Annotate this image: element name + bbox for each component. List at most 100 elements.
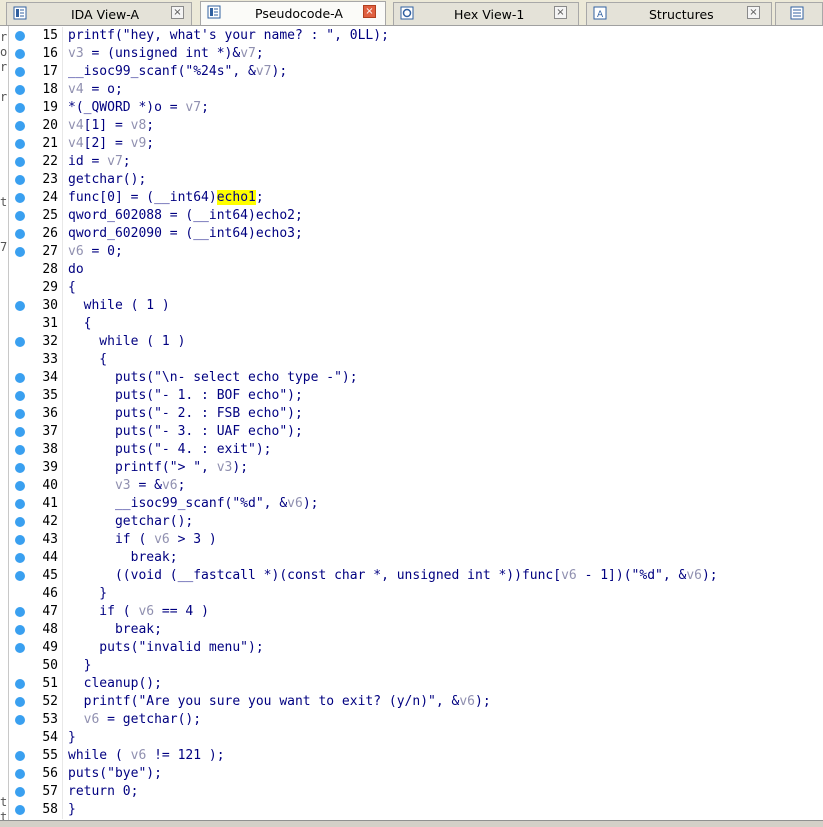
code-line[interactable]: 33 { bbox=[9, 351, 823, 369]
code-text[interactable]: return 0; bbox=[68, 783, 138, 801]
breakpoint-dot-icon[interactable] bbox=[15, 517, 25, 527]
code-text[interactable]: puts("- 1. : BOF echo"); bbox=[68, 387, 303, 405]
code-line[interactable]: 56 puts("bye"); bbox=[9, 765, 823, 783]
code-line[interactable]: 47 if ( v6 == 4 ) bbox=[9, 603, 823, 621]
breakpoint-dot-icon[interactable] bbox=[15, 553, 25, 563]
code-line[interactable]: 38 puts("- 4. : exit"); bbox=[9, 441, 823, 459]
breakpoint-dot-icon[interactable] bbox=[15, 427, 25, 437]
breakpoint-dot-icon[interactable] bbox=[15, 571, 25, 581]
code-text[interactable]: { bbox=[68, 279, 76, 297]
code-text[interactable]: if ( v6 > 3 ) bbox=[68, 531, 217, 549]
code-line[interactable]: 40 v3 = &v6; bbox=[9, 477, 823, 495]
code-text[interactable]: puts("- 3. : UAF echo"); bbox=[68, 423, 303, 441]
bottom-scrollbar[interactable] bbox=[0, 820, 823, 827]
code-line[interactable]: 58} bbox=[9, 801, 823, 819]
code-text[interactable]: puts("- 4. : exit"); bbox=[68, 441, 272, 459]
code-text[interactable]: { bbox=[68, 351, 107, 369]
code-text[interactable]: puts("\n- select echo type -"); bbox=[68, 369, 358, 387]
code-text[interactable]: while ( v6 != 121 ); bbox=[68, 747, 225, 765]
code-line[interactable]: 30 while ( 1 ) bbox=[9, 297, 823, 315]
code-line[interactable]: 18 v4 = o; bbox=[9, 81, 823, 99]
code-text[interactable]: puts("invalid menu"); bbox=[68, 639, 263, 657]
breakpoint-dot-icon[interactable] bbox=[15, 211, 25, 221]
tab-more[interactable] bbox=[775, 2, 823, 25]
breakpoint-dot-icon[interactable] bbox=[15, 697, 25, 707]
code-text[interactable]: qword_602090 = (__int64)echo3; bbox=[68, 225, 303, 243]
code-line[interactable]: 52 printf("Are you sure you want to exit… bbox=[9, 693, 823, 711]
code-line[interactable]: 54} bbox=[9, 729, 823, 747]
code-text[interactable]: v3 = &v6; bbox=[68, 477, 185, 495]
breakpoint-dot-icon[interactable] bbox=[15, 769, 25, 779]
code-line[interactable]: 45 ((void (__fastcall *)(const char *, u… bbox=[9, 567, 823, 585]
code-text[interactable]: while ( 1 ) bbox=[68, 297, 170, 315]
breakpoint-dot-icon[interactable] bbox=[15, 67, 25, 77]
code-text[interactable]: v4[1] = v8; bbox=[68, 117, 154, 135]
code-text[interactable]: func[0] = (__int64)echo1; bbox=[68, 189, 264, 207]
code-text[interactable]: cleanup(); bbox=[68, 675, 162, 693]
code-text[interactable]: if ( v6 == 4 ) bbox=[68, 603, 209, 621]
highlighted-token[interactable]: echo1 bbox=[216, 190, 256, 205]
breakpoint-dot-icon[interactable] bbox=[15, 139, 25, 149]
code-text[interactable]: *(_QWORD *)o = v7; bbox=[68, 99, 209, 117]
code-line[interactable]: 46 } bbox=[9, 585, 823, 603]
code-line[interactable]: 37 puts("- 3. : UAF echo"); bbox=[9, 423, 823, 441]
code-text[interactable]: v6 = 0; bbox=[68, 243, 123, 261]
code-text[interactable]: puts("- 2. : FSB echo"); bbox=[68, 405, 303, 423]
close-icon[interactable]: × bbox=[554, 6, 567, 19]
code-text[interactable]: v4 = o; bbox=[68, 81, 123, 99]
code-text[interactable]: qword_602088 = (__int64)echo2; bbox=[68, 207, 303, 225]
code-text[interactable]: id = v7; bbox=[68, 153, 131, 171]
code-line[interactable]: 50 } bbox=[9, 657, 823, 675]
breakpoint-dot-icon[interactable] bbox=[15, 715, 25, 725]
breakpoint-dot-icon[interactable] bbox=[15, 247, 25, 257]
code-text[interactable]: { bbox=[68, 315, 92, 333]
pseudocode-view[interactable]: 15 printf("hey, what's your name? : ", 0L… bbox=[9, 26, 823, 820]
breakpoint-dot-icon[interactable] bbox=[15, 31, 25, 41]
code-text[interactable]: ((void (__fastcall *)(const char *, unsi… bbox=[68, 567, 718, 585]
breakpoint-dot-icon[interactable] bbox=[15, 535, 25, 545]
code-line[interactable]: 51 cleanup(); bbox=[9, 675, 823, 693]
breakpoint-dot-icon[interactable] bbox=[15, 607, 25, 617]
breakpoint-dot-icon[interactable] bbox=[15, 643, 25, 653]
code-text[interactable]: } bbox=[68, 657, 92, 675]
code-line[interactable]: 21 v4[2] = v9; bbox=[9, 135, 823, 153]
breakpoint-dot-icon[interactable] bbox=[15, 751, 25, 761]
code-line[interactable]: 53 v6 = getchar(); bbox=[9, 711, 823, 729]
breakpoint-dot-icon[interactable] bbox=[15, 373, 25, 383]
code-line[interactable]: 31 { bbox=[9, 315, 823, 333]
code-line[interactable]: 27 v6 = 0; bbox=[9, 243, 823, 261]
code-line[interactable]: 44 break; bbox=[9, 549, 823, 567]
code-text[interactable]: printf("> ", v3); bbox=[68, 459, 248, 477]
breakpoint-dot-icon[interactable] bbox=[15, 49, 25, 59]
tab-structures[interactable]: A Structures × bbox=[586, 2, 772, 25]
breakpoint-dot-icon[interactable] bbox=[15, 481, 25, 491]
code-line[interactable]: 41 __isoc99_scanf("%d", &v6); bbox=[9, 495, 823, 513]
breakpoint-dot-icon[interactable] bbox=[15, 445, 25, 455]
code-line[interactable]: 42 getchar(); bbox=[9, 513, 823, 531]
code-text[interactable]: } bbox=[68, 585, 107, 603]
breakpoint-dot-icon[interactable] bbox=[15, 391, 25, 401]
code-line[interactable]: 26 qword_602090 = (__int64)echo3; bbox=[9, 225, 823, 243]
code-text[interactable]: getchar(); bbox=[68, 513, 193, 531]
breakpoint-dot-icon[interactable] bbox=[15, 157, 25, 167]
breakpoint-dot-icon[interactable] bbox=[15, 193, 25, 203]
code-text[interactable]: getchar(); bbox=[68, 171, 146, 189]
code-line[interactable]: 49 puts("invalid menu"); bbox=[9, 639, 823, 657]
close-icon[interactable]: × bbox=[171, 6, 184, 19]
close-icon[interactable]: × bbox=[363, 5, 376, 18]
code-text[interactable]: v6 = getchar(); bbox=[68, 711, 201, 729]
code-line[interactable]: 43 if ( v6 > 3 ) bbox=[9, 531, 823, 549]
breakpoint-dot-icon[interactable] bbox=[15, 787, 25, 797]
breakpoint-dot-icon[interactable] bbox=[15, 463, 25, 473]
breakpoint-dot-icon[interactable] bbox=[15, 499, 25, 509]
breakpoint-dot-icon[interactable] bbox=[15, 229, 25, 239]
code-text[interactable]: printf("Are you sure you want to exit? (… bbox=[68, 693, 491, 711]
code-text[interactable]: printf("hey, what's your name? : ", 0LL)… bbox=[68, 27, 389, 45]
code-text[interactable]: do bbox=[68, 261, 84, 279]
code-text[interactable]: } bbox=[68, 801, 76, 819]
code-line[interactable]: 34 puts("\n- select echo type -"); bbox=[9, 369, 823, 387]
tab-hex-view-1[interactable]: Hex View-1 × bbox=[393, 2, 579, 25]
code-text[interactable]: puts("bye"); bbox=[68, 765, 162, 783]
code-line[interactable]: 25 qword_602088 = (__int64)echo2; bbox=[9, 207, 823, 225]
breakpoint-dot-icon[interactable] bbox=[15, 85, 25, 95]
